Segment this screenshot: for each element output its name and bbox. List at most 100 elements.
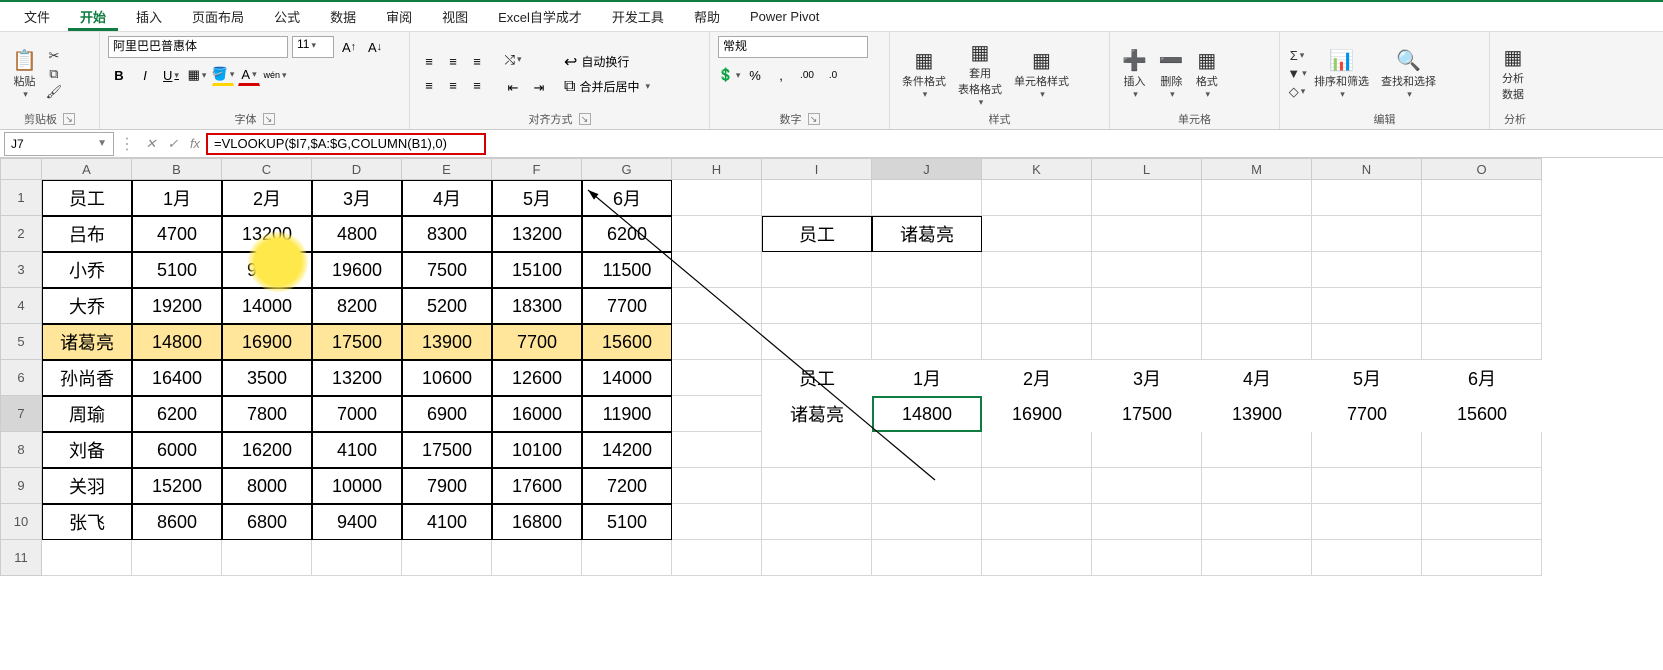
cell-D3[interactable]: 19600 <box>312 252 402 288</box>
formula-input[interactable]: =VLOOKUP($I7,$A:$G,COLUMN(B1),0) <box>206 133 486 155</box>
cell-I8[interactable] <box>762 432 872 468</box>
ribbon-tab-1[interactable]: 开始 <box>68 3 118 31</box>
cell-F1[interactable]: 5月 <box>492 180 582 216</box>
increase-indent-icon[interactable]: ⇥ <box>528 77 550 99</box>
cell-D9[interactable]: 10000 <box>312 468 402 504</box>
select-all-corner[interactable] <box>0 158 42 180</box>
copy-icon[interactable]: ⧉ <box>45 66 63 82</box>
cell-J4[interactable] <box>872 288 982 324</box>
cell-D5[interactable]: 17500 <box>312 324 402 360</box>
cell-H5[interactable] <box>672 324 762 360</box>
cell-O3[interactable] <box>1422 252 1542 288</box>
cell-F6[interactable]: 12600 <box>492 360 582 396</box>
cell-A1[interactable]: 员工 <box>42 180 132 216</box>
font-launcher-icon[interactable]: ↘ <box>263 113 275 125</box>
cell-A9[interactable]: 关羽 <box>42 468 132 504</box>
row-header-2[interactable]: 2 <box>0 216 42 252</box>
col-header-G[interactable]: G <box>582 158 672 180</box>
cell-G3[interactable]: 11500 <box>582 252 672 288</box>
cell-L1[interactable] <box>1092 180 1202 216</box>
number-launcher-icon[interactable]: ↘ <box>808 113 820 125</box>
cell-G8[interactable]: 14200 <box>582 432 672 468</box>
cell-C7[interactable]: 7800 <box>222 396 312 432</box>
fx-icon[interactable]: fx <box>184 136 206 151</box>
cell-H4[interactable] <box>672 288 762 324</box>
cell-N4[interactable] <box>1312 288 1422 324</box>
cell-I1[interactable] <box>762 180 872 216</box>
cell-F9[interactable]: 17600 <box>492 468 582 504</box>
cell-M4[interactable] <box>1202 288 1312 324</box>
cell-G5[interactable]: 15600 <box>582 324 672 360</box>
col-header-H[interactable]: H <box>672 158 762 180</box>
row-header-1[interactable]: 1 <box>0 180 42 216</box>
merge-button[interactable]: ⧉合并后居中▾ <box>564 78 650 96</box>
cell-F4[interactable]: 18300 <box>492 288 582 324</box>
cell-J5[interactable] <box>872 324 982 360</box>
cell-L9[interactable] <box>1092 468 1202 504</box>
cell-N2[interactable] <box>1312 216 1422 252</box>
cell-C1[interactable]: 2月 <box>222 180 312 216</box>
cancel-formula-icon[interactable]: ✕ <box>140 136 162 152</box>
cell-F3[interactable]: 15100 <box>492 252 582 288</box>
cell-G2[interactable]: 6200 <box>582 216 672 252</box>
ribbon-tab-0[interactable]: 文件 <box>12 3 62 30</box>
cell-L7[interactable]: 17500 <box>1092 396 1202 432</box>
cell-G10[interactable]: 5100 <box>582 504 672 540</box>
cell-A4[interactable]: 大乔 <box>42 288 132 324</box>
cell-M6[interactable]: 4月 <box>1202 360 1312 396</box>
cell-G9[interactable]: 7200 <box>582 468 672 504</box>
orientation-icon[interactable]: ⤭▾ <box>502 49 524 71</box>
cell-G4[interactable]: 7700 <box>582 288 672 324</box>
cell-E6[interactable]: 10600 <box>402 360 492 396</box>
cell-K6[interactable]: 2月 <box>982 360 1092 396</box>
row-header-6[interactable]: 6 <box>0 360 42 396</box>
cell-D10[interactable]: 9400 <box>312 504 402 540</box>
row-header-9[interactable]: 9 <box>0 468 42 504</box>
cell-I3[interactable] <box>762 252 872 288</box>
col-header-O[interactable]: O <box>1422 158 1542 180</box>
cell-N7[interactable]: 7700 <box>1312 396 1422 432</box>
cell-H8[interactable] <box>672 432 762 468</box>
cell-F11[interactable] <box>492 540 582 576</box>
name-box[interactable]: J7 ▼ <box>4 132 114 156</box>
format-cells-button[interactable]: ▦格式▾ <box>1192 46 1222 102</box>
cell-E2[interactable]: 8300 <box>402 216 492 252</box>
cell-O5[interactable] <box>1422 324 1542 360</box>
cell-K1[interactable] <box>982 180 1092 216</box>
cell-O6[interactable]: 6月 <box>1422 360 1542 396</box>
accounting-format-icon[interactable]: 💲▾ <box>718 64 740 86</box>
cell-C6[interactable]: 3500 <box>222 360 312 396</box>
cell-A7[interactable]: 周瑜 <box>42 396 132 432</box>
cell-M1[interactable] <box>1202 180 1312 216</box>
enter-formula-icon[interactable]: ✓ <box>162 136 184 152</box>
cell-L3[interactable] <box>1092 252 1202 288</box>
cell-B9[interactable]: 15200 <box>132 468 222 504</box>
cell-C2[interactable]: 13200 <box>222 216 312 252</box>
cell-C9[interactable]: 8000 <box>222 468 312 504</box>
cell-N6[interactable]: 5月 <box>1312 360 1422 396</box>
cell-F7[interactable]: 16000 <box>492 396 582 432</box>
col-header-B[interactable]: B <box>132 158 222 180</box>
cell-O4[interactable] <box>1422 288 1542 324</box>
cell-A3[interactable]: 小乔 <box>42 252 132 288</box>
increase-decimal-icon[interactable]: .00 <box>796 64 818 86</box>
delete-cells-button[interactable]: ➖删除▾ <box>1155 46 1188 102</box>
cell-N10[interactable] <box>1312 504 1422 540</box>
cut-icon[interactable]: ✂ <box>45 48 63 64</box>
cell-L5[interactable] <box>1092 324 1202 360</box>
cell-I9[interactable] <box>762 468 872 504</box>
cell-O9[interactable] <box>1422 468 1542 504</box>
cell-G1[interactable]: 6月 <box>582 180 672 216</box>
cell-L6[interactable]: 3月 <box>1092 360 1202 396</box>
analyze-data-button[interactable]: ▦分析 数据 <box>1498 43 1528 104</box>
cell-L2[interactable] <box>1092 216 1202 252</box>
cell-N1[interactable] <box>1312 180 1422 216</box>
cell-H1[interactable] <box>672 180 762 216</box>
cell-H9[interactable] <box>672 468 762 504</box>
cell-F10[interactable]: 16800 <box>492 504 582 540</box>
cell-C11[interactable] <box>222 540 312 576</box>
cell-O1[interactable] <box>1422 180 1542 216</box>
cell-F2[interactable]: 13200 <box>492 216 582 252</box>
table-format-button[interactable]: ▦套用 表格格式▾ <box>954 38 1006 110</box>
cell-style-button[interactable]: ▦单元格样式▾ <box>1010 46 1073 102</box>
